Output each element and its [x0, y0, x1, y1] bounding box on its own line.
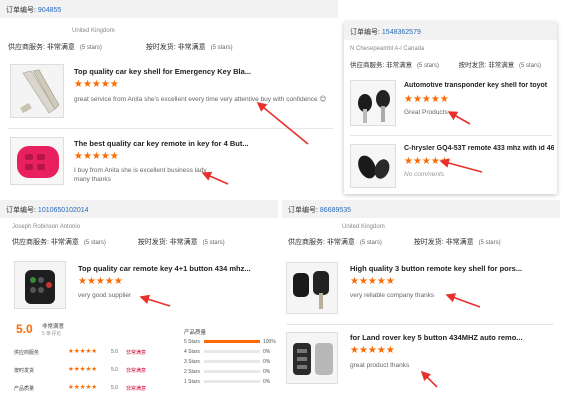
overall-score-sub: 5 条评论 [42, 331, 62, 337]
order-number-label: 订单编号: [6, 7, 36, 14]
key-blade-icon[interactable] [10, 64, 64, 118]
review-comment-line2: many thanks [74, 176, 111, 183]
item-divider [286, 324, 554, 325]
order-header: 订单编号: 86689535 [282, 200, 560, 218]
rating-stars: ★★★★★ [404, 94, 449, 105]
product-title[interactable]: Top quality car key shell for Emergency … [74, 67, 334, 76]
bar-label: 2 Stars [184, 369, 200, 375]
order-header: 订单编号: 1010650102014 [0, 200, 278, 218]
order-header: 订单编号: 1548362579 [344, 22, 557, 40]
review-comment: great product thanks [350, 362, 410, 369]
order-review-panel-2: 订单编号: 1548362579 N Chesepeambl A-l Canad… [344, 22, 557, 194]
seller-location: United Kingdom [72, 28, 115, 34]
land-rover-remote-icon[interactable] [286, 332, 338, 384]
bar-track [204, 340, 260, 343]
rating-stars: ★★★★★ [350, 276, 395, 287]
item-divider [8, 128, 333, 129]
order-ratings: 供应商服务: 非常满意 (5 stars) 按时发货: 非常满意 (5 star… [288, 239, 501, 246]
breakdown-title: 产品质量 [184, 330, 207, 336]
rating-stars: ★★★★★ [78, 276, 123, 287]
order-review-panel-1: 订单编号: 904855 United Kingdom 供应商服务: 非常满意 … [0, 0, 338, 190]
review-comment: No comments [404, 171, 445, 178]
order-number[interactable]: 904855 [38, 7, 61, 14]
bar-track [204, 360, 260, 363]
order-number-label: 订单编号: [6, 207, 36, 214]
order-ratings: 供应商服务: 非常满意 (5 stars) 按时发货: 非常满意 (5 star… [12, 239, 225, 246]
seller-location: N Chesepeambl A-l Canada [350, 46, 425, 52]
bar-fill [204, 340, 260, 343]
review-comment: Great Products [404, 109, 448, 116]
rating-stars: ★★★★★ [350, 345, 395, 356]
rating-stars: ★★★★★ [74, 79, 119, 90]
review-comment: very good supplier [78, 292, 132, 299]
order-number-label: 订单编号: [288, 207, 318, 214]
bar-percent: 0% [263, 379, 271, 385]
product-title[interactable]: The best quality car key remote in key f… [74, 139, 249, 148]
order-header: 订单编号: 904855 [0, 0, 338, 18]
transponder-key-icon[interactable] [350, 80, 396, 126]
flip-remote-key-icon[interactable] [14, 261, 66, 309]
bar-track [204, 350, 260, 353]
fob-remote-icon[interactable] [350, 144, 396, 188]
review-comment: great service from Anita she's excellent… [74, 96, 327, 103]
seller-location: Joseph Robinson Antonio [12, 224, 81, 230]
order-number[interactable]: 86689535 [320, 207, 351, 214]
product-title[interactable]: High quality 3 button remote key shell f… [350, 264, 555, 273]
order-number-label: 订单编号: [350, 29, 380, 36]
bar-percent: 0% [263, 349, 271, 355]
bar-track [204, 370, 260, 373]
order-ratings: 供应商服务: 非常满意 (5 stars) 按时发货: 非常满意 (5 star… [350, 62, 542, 69]
rating-stars: ★★★★★ [68, 348, 98, 355]
bar-percent: 100% [263, 339, 276, 345]
seller-location: United Kingdom [342, 224, 385, 230]
bar-percent: 0% [263, 369, 271, 375]
bar-label: 4 Stars [184, 349, 200, 355]
item-divider [350, 135, 552, 136]
order-number[interactable]: 15483625 [382, 29, 413, 36]
order-ratings: 供应商服务: 非常满意 (5 stars) 按时发货: 非常满意 (5 star… [8, 44, 233, 51]
product-title[interactable]: C-hrysler GQ4-53T remote 433 mhz with id… [404, 145, 554, 152]
rating-stars: ★★★★★ [404, 156, 449, 167]
bar-track [204, 380, 260, 383]
bar-label: 3 Stars [184, 359, 200, 365]
silicone-key-cover-icon[interactable] [10, 137, 64, 185]
product-title[interactable]: for Land rover key 5 button 434MHZ auto … [350, 333, 555, 342]
product-title[interactable]: Automotive transponder key shell for toy… [404, 82, 554, 89]
rating-summary: 5.0 非常满意 5 条评论 供应商服务 ★★★★★ 5.0 非常满意 按时发货… [8, 314, 280, 414]
review-comment: very reliable company thanks [350, 292, 435, 299]
overall-score: 5.0 [16, 322, 33, 336]
rating-stars: ★★★★★ [74, 151, 119, 162]
overall-score-label: 非常满意 [42, 324, 65, 330]
product-title[interactable]: Top quality car remote key 4+1 button 43… [78, 264, 273, 273]
porsche-key-shell-icon[interactable] [286, 262, 338, 314]
order-review-panel-3: 订单编号: 1010650102014 Joseph Robinson Anto… [0, 200, 278, 312]
bar-label: 5 Stars [184, 339, 200, 345]
rating-stars: ★★★★★ [68, 384, 98, 391]
order-review-panel-4: 订单编号: 86689535 United Kingdom 供应商服务: 非常满… [282, 200, 560, 395]
review-comment: I buy from Anita she is excellent busine… [74, 167, 207, 174]
rating-stars: ★★★★★ [68, 366, 98, 373]
bar-percent: 0% [263, 359, 271, 365]
bar-label: 1 Stars [184, 379, 200, 385]
